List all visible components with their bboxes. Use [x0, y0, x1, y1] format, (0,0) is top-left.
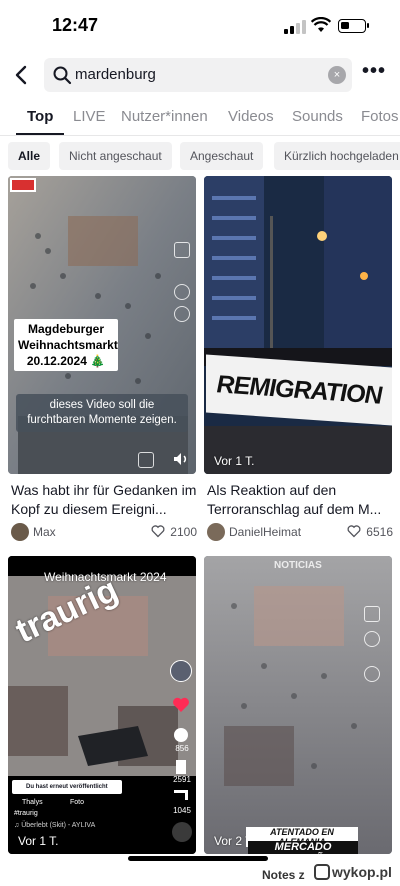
crowd-scene-image [204, 556, 392, 854]
footer-notes: Notes z [262, 868, 305, 882]
cellular-signal-icon [284, 20, 306, 34]
news-source-label: NOTICIAS [274, 560, 322, 571]
avatar[interactable] [11, 523, 29, 541]
tab-top[interactable]: Top [27, 108, 53, 125]
overlay-icon [138, 452, 154, 468]
overlay-icon [174, 284, 190, 300]
video-overlay-title: Magdeburger Weihnachtsmarkt 20.12.2024 🎄 [14, 319, 118, 371]
filter-all[interactable]: Alle [8, 142, 51, 170]
clear-search-icon[interactable]: × [328, 66, 346, 84]
heart-icon [151, 525, 165, 538]
battery-icon [338, 19, 369, 33]
video-card[interactable]: Weihnachtsmarkt 2024 traurig Vor 1 T. Du… [8, 556, 196, 854]
video-meta: DanielHeimat 6516 [207, 522, 393, 542]
video-age: Vor 1 T. [18, 834, 59, 848]
search-input[interactable]: mardenburg [75, 66, 156, 83]
music-disc-icon [172, 822, 192, 842]
like-count: 6516 [366, 525, 393, 539]
tab-users[interactable]: Nutzer*innen [121, 108, 208, 125]
video-meta: Max 2100 [11, 522, 197, 542]
like-count: 2100 [170, 525, 197, 539]
watermark: wykop.pl [314, 864, 392, 880]
author-name[interactable]: Max [33, 525, 56, 539]
overlay-icon [364, 666, 380, 682]
home-indicator [128, 856, 268, 861]
filter-chips: Alle Nicht angeschaut Angeschaut Kürzlic… [0, 142, 400, 170]
video-thumbnail[interactable]: Weihnachtsmarkt 2024 traurig Vor 1 T. Du… [8, 556, 196, 854]
wifi-icon [311, 17, 331, 32]
author-name[interactable]: DanielHeimat [229, 525, 301, 539]
hashtag: #traurig [14, 810, 38, 817]
status-time: 12:47 [52, 15, 99, 35]
watermark-text: wykop.pl [332, 864, 392, 880]
status-bar: 12:47 [0, 0, 400, 52]
filter-not-watched[interactable]: Nicht angeschaut [59, 142, 172, 170]
bookmark-icon[interactable] [176, 760, 186, 774]
tab-live[interactable]: LIVE [73, 108, 106, 125]
back-arrow-icon[interactable] [10, 63, 34, 87]
heart-icon [347, 525, 361, 538]
search-bar[interactable]: mardenburg × [44, 58, 352, 92]
active-tab-indicator [16, 133, 64, 135]
video-title[interactable]: Als Reaktion auf den Terroranschlag auf … [207, 481, 393, 519]
night-street-image [204, 176, 392, 474]
bookmark-count: 2591 [173, 775, 191, 784]
photo-label: Foto [70, 799, 85, 806]
share-count: 1045 [173, 806, 191, 815]
search-tabs: Top LIVE Nutzer*innen Videos Sounds Foto… [0, 100, 400, 136]
tab-sounds[interactable]: Sounds [292, 108, 343, 125]
filter-recently-uploaded[interactable]: Kürzlich hochgeladen [274, 142, 400, 170]
author-overlay: Thalys [22, 799, 43, 806]
filter-watched[interactable]: Angeschaut [180, 142, 264, 170]
comment-count: 856 [175, 744, 189, 753]
avatar[interactable] [170, 660, 192, 682]
video-overlay-caption: dieses Video soll die furchtbaren Moment… [16, 394, 188, 432]
video-title[interactable]: Was habt ihr für Gedanken im Kopf zu die… [11, 481, 197, 519]
repost-notice: Du hast erneut veröffentlicht [12, 780, 122, 794]
more-options-icon[interactable]: ••• [362, 61, 386, 84]
tab-photos[interactable]: Fotos [361, 108, 399, 125]
overlay-icon [364, 631, 380, 647]
wykop-logo-icon [314, 864, 330, 880]
video-age: Vor 1 T. [214, 454, 255, 468]
video-thumbnail[interactable]: Magdeburger Weihnachtsmarkt 20.12.2024 🎄… [8, 176, 196, 474]
video-thumbnail[interactable]: REMIGRATION Vor 1 T. [204, 176, 392, 474]
tab-videos[interactable]: Videos [228, 108, 274, 125]
volume-icon [174, 453, 187, 465]
comment-icon[interactable] [174, 728, 188, 742]
overlay-icon [174, 306, 190, 322]
avatar[interactable] [207, 523, 225, 541]
overlay-icon [174, 242, 190, 258]
search-icon [53, 66, 72, 85]
share-icon[interactable] [174, 790, 188, 800]
video-card[interactable]: NOTICIAS Vor 2 T. ATENTADO EN ALEMANIA M… [204, 556, 392, 854]
video-thumbnail[interactable]: NOTICIAS Vor 2 T. ATENTADO EN ALEMANIA M… [204, 556, 392, 854]
music-label: ♫ Überlebt (Skit) - AYLIVA [14, 822, 96, 829]
heart-icon[interactable] [172, 696, 190, 714]
news-subheadline: MERCADO NAVIDEÑO [248, 841, 358, 854]
overlay-icon [364, 606, 380, 622]
